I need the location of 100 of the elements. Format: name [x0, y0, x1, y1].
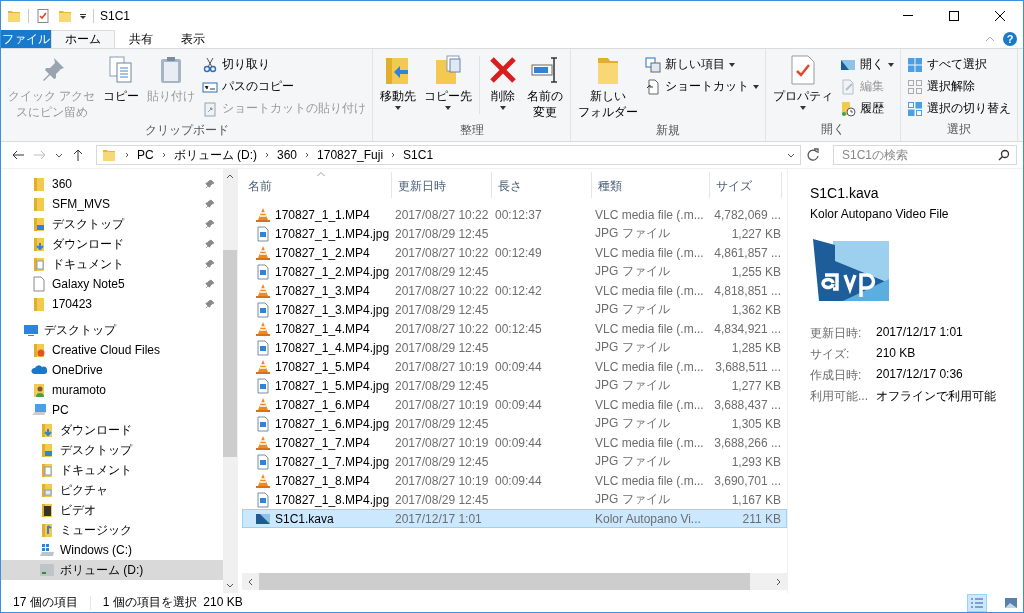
file-row[interactable]: 170827_1_8.MP4.jpg 2017/08/29 12:45 JPG ファイル 1,167 KB — [242, 490, 787, 509]
nav-item[interactable]: ダウンロード — [1, 420, 223, 440]
nav-item[interactable]: 170423 — [1, 294, 223, 314]
table-cell-text: 3,690,701 ... — [713, 473, 782, 488]
nav-item[interactable]: ピクチャ — [1, 480, 223, 500]
file-row[interactable]: 170827_1_6.MP4.jpg 2017/08/29 12:45 JPG ファイル 1,305 KB — [242, 414, 787, 433]
picture-icon — [1004, 596, 1018, 609]
properties-icon[interactable] — [35, 7, 51, 24]
ribbon-button[interactable]: 移動先 — [377, 52, 420, 122]
search-field[interactable]: S1C1の検索 — [833, 145, 1017, 165]
ribbon-button[interactable]: 選択の切り替え — [905, 99, 1014, 118]
pin-icon[interactable] — [205, 219, 215, 229]
file-row[interactable]: 170827_1_4.MP4 2017/08/27 10:22 00:12:45 VLC media file (.m... 4,834,921 ... — [242, 319, 787, 338]
nav-item[interactable]: ビデオ — [1, 500, 223, 520]
ribbon-button[interactable]: 削除 — [484, 52, 523, 122]
nav-item[interactable]: ダウンロード — [1, 234, 223, 254]
ribbon-button[interactable]: 選択解除 — [905, 77, 1014, 96]
ribbon-button[interactable]: コピー先 — [421, 52, 476, 122]
file-row[interactable]: 170827_1_5.MP4.jpg 2017/08/29 12:45 JPG ファイル 1,277 KB — [242, 376, 787, 395]
pin-icon[interactable] — [205, 299, 215, 309]
ribbon-button[interactable]: 新しい フォルダー — [575, 52, 642, 122]
file-row[interactable]: 170827_1_4.MP4.jpg 2017/08/29 12:45 JPG ファイル 1,285 KB — [242, 338, 787, 357]
nav-item[interactable]: Creative Cloud Files — [1, 340, 223, 360]
ribbon-tab[interactable]: ホーム — [51, 30, 115, 48]
column-header[interactable]: 種類 — [592, 172, 710, 198]
file-name: S1C1.kava — [275, 511, 334, 526]
nav-item[interactable]: デスクトップ — [1, 320, 223, 340]
pin-icon[interactable] — [205, 239, 215, 249]
file-row[interactable]: 170827_1_7.MP4.jpg 2017/08/29 12:45 JPG ファイル 1,293 KB — [242, 452, 787, 471]
ribbon-button[interactable]: パスのコピー — [200, 77, 369, 96]
ribbon-button[interactable]: 履歴 — [838, 99, 897, 118]
address-bar[interactable]: PC ボリューム (D:) 360 170827_Fuji S1C1 — [96, 145, 801, 165]
breadcrumb[interactable]: PC — [137, 148, 154, 162]
scroll-up-icon[interactable] — [226, 173, 234, 181]
ribbon-button[interactable]: ショートカット — [643, 77, 762, 96]
column-header[interactable]: サイズ — [710, 172, 782, 198]
breadcrumb[interactable]: S1C1 — [403, 148, 434, 162]
ribbon-tab[interactable]: 表示 — [167, 30, 219, 48]
pin-icon[interactable] — [205, 199, 215, 209]
file-icon — [31, 276, 47, 292]
ribbon-button[interactable]: すべて選択 — [905, 55, 1014, 74]
chevron-icon[interactable] — [263, 151, 271, 159]
nav-item[interactable]: OneDrive — [1, 360, 223, 380]
dropdown-icon[interactable] — [79, 11, 87, 20]
pin-icon[interactable] — [205, 179, 215, 189]
scrollbar[interactable] — [223, 169, 237, 593]
ribbon-button[interactable]: 新しい項目 — [643, 55, 762, 74]
column-header[interactable]: 名前 — [242, 172, 392, 198]
column-header[interactable]: 長さ — [492, 172, 592, 198]
property-value: 2017/12/17 1:01 — [876, 325, 964, 341]
pin-icon[interactable] — [205, 259, 215, 269]
file-row[interactable]: 170827_1_2.MP4.jpg 2017/08/29 12:45 JPG ファイル 1,255 KB — [242, 262, 787, 281]
nav-item[interactable]: デスクトップ — [1, 440, 223, 460]
nav-item[interactable]: ミュージック — [1, 520, 223, 540]
ribbon-button[interactable]: 切り取り — [200, 55, 369, 74]
file-row[interactable]: 170827_1_1.MP4.jpg 2017/08/29 12:45 JPG ファイル 1,227 KB — [242, 224, 787, 243]
ribbon-button[interactable]: コピー — [100, 52, 143, 122]
breadcrumb[interactable]: 170827_Fuji — [317, 148, 384, 162]
nav-item[interactable]: SFM_MVS — [1, 194, 223, 214]
refresh-icon[interactable] — [805, 147, 821, 163]
nav-item[interactable]: Windows (C:) — [1, 540, 223, 560]
breadcrumb[interactable]: 360 — [277, 148, 298, 162]
column-header[interactable]: 更新日時 — [392, 172, 492, 198]
file-row[interactable]: 170827_1_5.MP4 2017/08/27 10:19 00:09:44 VLC media file (.m... 3,688,511 ... — [242, 357, 787, 376]
file-row[interactable]: 170827_1_2.MP4 2017/08/27 10:22 00:12:49 VLC media file (.m... 4,861,857 ... — [242, 243, 787, 262]
ribbon-button[interactable]: 名前の 変更 — [524, 52, 567, 122]
nav-item[interactable]: ドキュメント — [1, 254, 223, 274]
scrollbar[interactable] — [242, 573, 787, 590]
grid-icon — [907, 56, 924, 73]
maximize-icon — [949, 10, 959, 21]
ribbon-tab[interactable]: 共有 — [115, 30, 167, 48]
file-row[interactable]: 170827_1_6.MP4 2017/08/27 10:19 00:09:44 VLC media file (.m... 3,688,437 ... — [242, 395, 787, 414]
table-cell-text: 00:09:44 — [494, 435, 543, 450]
file-row[interactable]: 170827_1_8.MP4 2017/08/27 10:19 00:09:44 VLC media file (.m... 3,690,701 ... — [242, 471, 787, 490]
nav-item[interactable]: 360 — [1, 174, 223, 194]
preview-title: S1C1.kava — [810, 185, 880, 201]
help-button[interactable]: ? — [1003, 32, 1017, 46]
nav-item[interactable]: ドキュメント — [1, 460, 223, 480]
ribbon-button[interactable]: 開く — [838, 55, 897, 74]
chevron-icon[interactable] — [123, 151, 131, 159]
file-row[interactable]: S1C1.kava 2017/12/17 1:01 Kolor Autopano Vi... 211 KB — [242, 509, 787, 528]
collapse-icon[interactable] — [985, 34, 995, 44]
file-row[interactable]: 170827_1_1.MP4 2017/08/27 10:22 00:12:37 VLC media file (.m... 4,782,069 ... — [242, 205, 787, 224]
file-row[interactable]: 170827_1_3.MP4.jpg 2017/08/29 12:45 JPG ファイル 1,362 KB — [242, 300, 787, 319]
pin-icon[interactable] — [205, 279, 215, 289]
nav-item[interactable]: ボリューム (D:) — [1, 560, 223, 580]
scroll-left-icon[interactable] — [247, 577, 255, 586]
file-tab[interactable]: ファイル — [1, 30, 51, 48]
nav-item[interactable]: muramoto — [1, 380, 223, 400]
folder-icon — [31, 216, 47, 232]
nav-item[interactable]: Galaxy Note5 — [1, 274, 223, 294]
ribbon-button[interactable]: プロパティ — [770, 52, 837, 121]
breadcrumb[interactable]: ボリューム (D:) — [173, 146, 257, 164]
scroll-right-icon[interactable] — [774, 577, 782, 586]
nav-item[interactable]: PC — [1, 400, 223, 420]
details-view-button[interactable] — [967, 593, 987, 612]
file-row[interactable]: 170827_1_3.MP4 2017/08/27 10:22 00:12:42 VLC media file (.m... 4,818,851 ... — [242, 281, 787, 300]
file-row[interactable]: 170827_1_7.MP4 2017/08/27 10:19 00:09:44 VLC media file (.m... 3,688,266 ... — [242, 433, 787, 452]
nav-item[interactable]: デスクトップ — [1, 214, 223, 234]
scroll-down-icon[interactable] — [226, 581, 234, 589]
